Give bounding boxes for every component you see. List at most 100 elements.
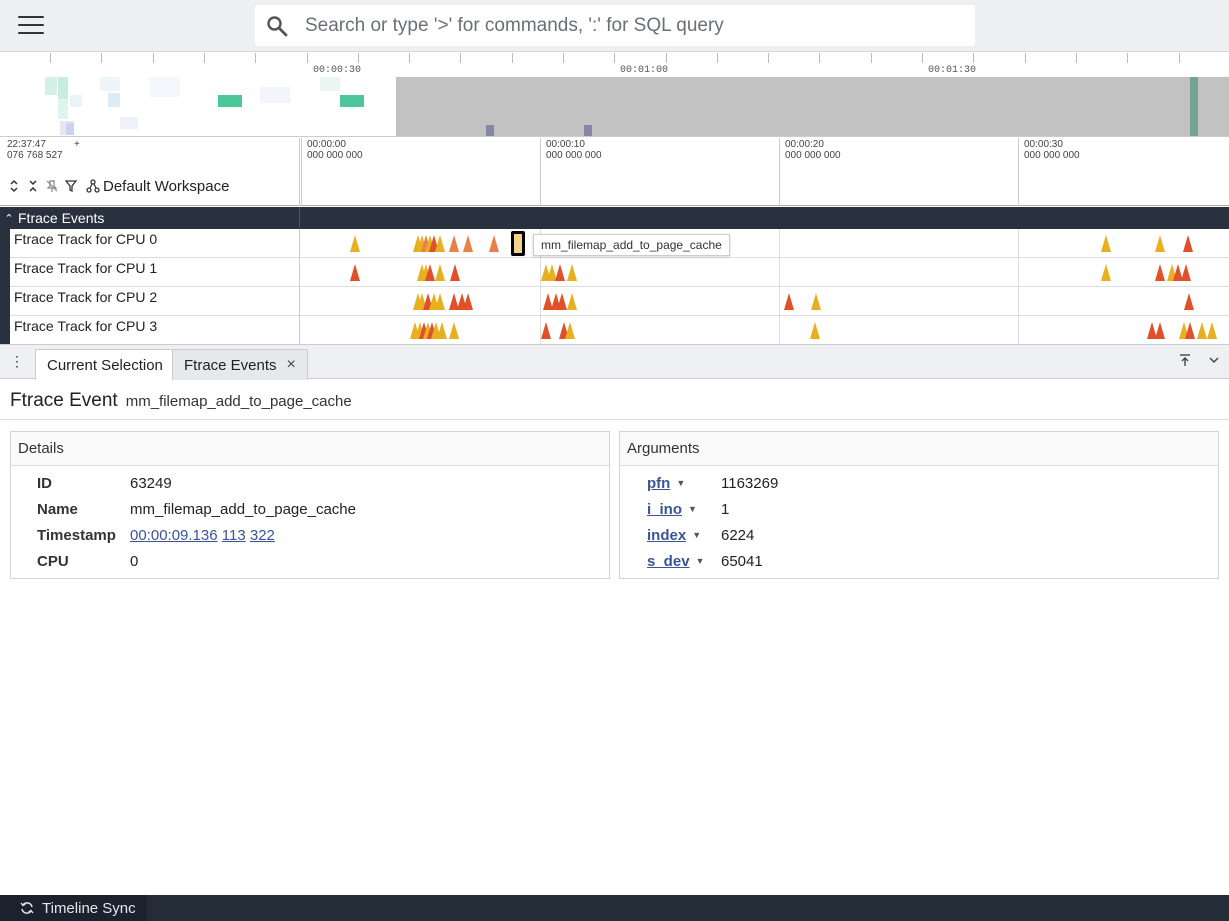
track-indent-bar	[0, 287, 10, 316]
selection-name: mm_filemap_add_to_page_cache	[125, 393, 352, 410]
menu-icon[interactable]	[18, 16, 44, 36]
ftrace-event-marker[interactable]	[784, 293, 794, 310]
ftrace-event-marker[interactable]	[350, 235, 360, 252]
ftrace-event-marker[interactable]	[450, 264, 460, 281]
search-input[interactable]	[305, 5, 965, 46]
caret-down-icon[interactable]: ▼	[688, 504, 697, 514]
timestamp-link[interactable]: 113	[222, 527, 246, 544]
tab-current-selection[interactable]: Current Selection	[35, 349, 175, 380]
time-origin-clock: 22:37:47	[7, 139, 46, 150]
ftrace-event-marker[interactable]	[567, 293, 577, 310]
axis-time: 00:00:30	[1024, 139, 1063, 150]
detail-key: ID	[37, 475, 52, 492]
ftrace-event-marker[interactable]	[435, 293, 445, 310]
detail-value: 63249	[130, 475, 172, 492]
argument-value: 1163269	[721, 475, 779, 492]
tab-ftrace-events[interactable]: Ftrace Events ×	[172, 349, 308, 380]
track-indent-bar	[0, 258, 10, 287]
track-cpu-1[interactable]: Ftrace Track for CPU 1	[0, 258, 1229, 287]
time-origin-plus: +	[74, 139, 80, 150]
chevron-up-icon[interactable]: ⌃	[0, 212, 18, 225]
ftrace-event-marker[interactable]	[567, 264, 577, 281]
overview-drag-handle[interactable]	[396, 77, 400, 136]
track-shell[interactable]: Ftrace Track for CPU 0	[0, 229, 300, 258]
ftrace-event-marker[interactable]	[435, 235, 445, 252]
omnibox[interactable]	[255, 5, 975, 46]
ftrace-event-marker[interactable]	[435, 264, 445, 281]
overview-ruler: 00:00:30 00:01:00 00:01:30	[0, 53, 1229, 77]
workspace-selector[interactable]: Default Workspace	[86, 178, 229, 195]
overview-label: 00:01:00	[620, 65, 669, 76]
ftrace-event-marker[interactable]	[1101, 235, 1111, 252]
argument-value: 6224	[721, 527, 755, 544]
ftrace-event-marker[interactable]	[557, 293, 567, 310]
ftrace-event-marker[interactable]	[350, 264, 360, 281]
track-group-header[interactable]: ⌃ Ftrace Events	[0, 207, 1229, 229]
ftrace-event-marker[interactable]	[463, 235, 473, 252]
more-vert-icon[interactable]: ⋮	[10, 354, 24, 370]
ftrace-event-marker[interactable]	[489, 235, 499, 252]
ftrace-event-marker[interactable]	[449, 235, 459, 252]
ftrace-event-marker[interactable]	[463, 293, 473, 310]
argument-value: 65041	[721, 553, 763, 570]
overview-tick	[871, 53, 872, 63]
details-panel-tabbar: ⋮ Current Selection Ftrace Events ×	[0, 344, 1229, 380]
collapse-all-icon[interactable]	[25, 178, 40, 194]
selection-kind: Ftrace Event	[10, 390, 118, 411]
track-shell[interactable]: Ftrace Track for CPU 1	[0, 258, 300, 287]
ftrace-event-marker[interactable]	[1197, 322, 1207, 339]
track-shell[interactable]: Ftrace Track for CPU 2	[0, 287, 300, 316]
ftrace-event-marker[interactable]	[555, 264, 565, 281]
selected-event-marker[interactable]	[511, 231, 525, 256]
overview-tick	[819, 53, 820, 63]
ftrace-event-marker[interactable]	[541, 322, 551, 339]
ftrace-event-marker[interactable]	[1207, 322, 1217, 339]
expand-all-icon[interactable]	[6, 178, 21, 194]
ftrace-event-marker[interactable]	[1183, 235, 1193, 252]
track-name: Ftrace Track for CPU 2	[14, 289, 158, 305]
ftrace-event-marker[interactable]	[1101, 264, 1111, 281]
overview-tick	[307, 53, 308, 63]
ftrace-event-marker[interactable]	[1185, 322, 1195, 339]
ftrace-event-marker[interactable]	[1155, 322, 1165, 339]
tab-label: Current Selection	[47, 356, 163, 374]
argument-key[interactable]: i_ino	[647, 501, 682, 518]
ftrace-event-marker[interactable]	[811, 293, 821, 310]
ftrace-event-marker[interactable]	[810, 322, 820, 339]
track-shell[interactable]: Ftrace Track for CPU 3	[0, 316, 300, 345]
timestamp-link[interactable]: 322	[250, 527, 275, 544]
track-cpu-2[interactable]: Ftrace Track for CPU 2	[0, 287, 1229, 316]
axis-ns: 000 000 000	[546, 150, 602, 161]
ftrace-event-marker[interactable]	[565, 322, 575, 339]
workspace-icon	[86, 179, 100, 193]
ftrace-event-marker[interactable]	[1184, 293, 1194, 310]
unpin-all-icon[interactable]	[44, 178, 59, 194]
filter-icon[interactable]	[63, 178, 78, 194]
timestamp-link[interactable]: 00:00:09.136	[130, 527, 218, 544]
caret-down-icon[interactable]: ▼	[676, 478, 685, 488]
timeline-sync-button[interactable]: Timeline Sync	[0, 895, 147, 921]
overview-tick	[255, 53, 256, 63]
overview-tick	[1025, 53, 1026, 63]
ftrace-event-marker[interactable]	[1155, 235, 1165, 252]
workspace-label: Default Workspace	[103, 177, 230, 195]
argument-key[interactable]: s_dev	[647, 553, 690, 570]
argument-key[interactable]: pfn	[647, 475, 670, 492]
ftrace-event-marker[interactable]	[437, 322, 447, 339]
divider	[0, 419, 1229, 420]
event-tooltip: mm_filemap_add_to_page_cache	[533, 234, 730, 256]
caret-down-icon[interactable]: ▼	[696, 556, 705, 566]
caret-down-icon[interactable]: ▼	[692, 530, 701, 540]
track-cpu-3[interactable]: Ftrace Track for CPU 3	[0, 316, 1229, 345]
timeline-sync-label: Timeline Sync	[42, 899, 136, 917]
close-icon[interactable]: ×	[287, 356, 296, 374]
overview-timeline[interactable]: 00:00:30 00:01:00 00:01:30	[0, 53, 1229, 137]
track-group-title[interactable]: ⌃ Ftrace Events	[0, 207, 300, 229]
ftrace-event-marker[interactable]	[449, 322, 459, 339]
ftrace-event-marker[interactable]	[1155, 264, 1165, 281]
chevron-down-icon[interactable]	[1206, 353, 1222, 371]
ftrace-event-marker[interactable]	[425, 264, 435, 281]
ftrace-event-marker[interactable]	[1181, 264, 1191, 281]
maximize-panel-icon[interactable]	[1177, 353, 1193, 371]
argument-key[interactable]: index	[647, 527, 686, 544]
